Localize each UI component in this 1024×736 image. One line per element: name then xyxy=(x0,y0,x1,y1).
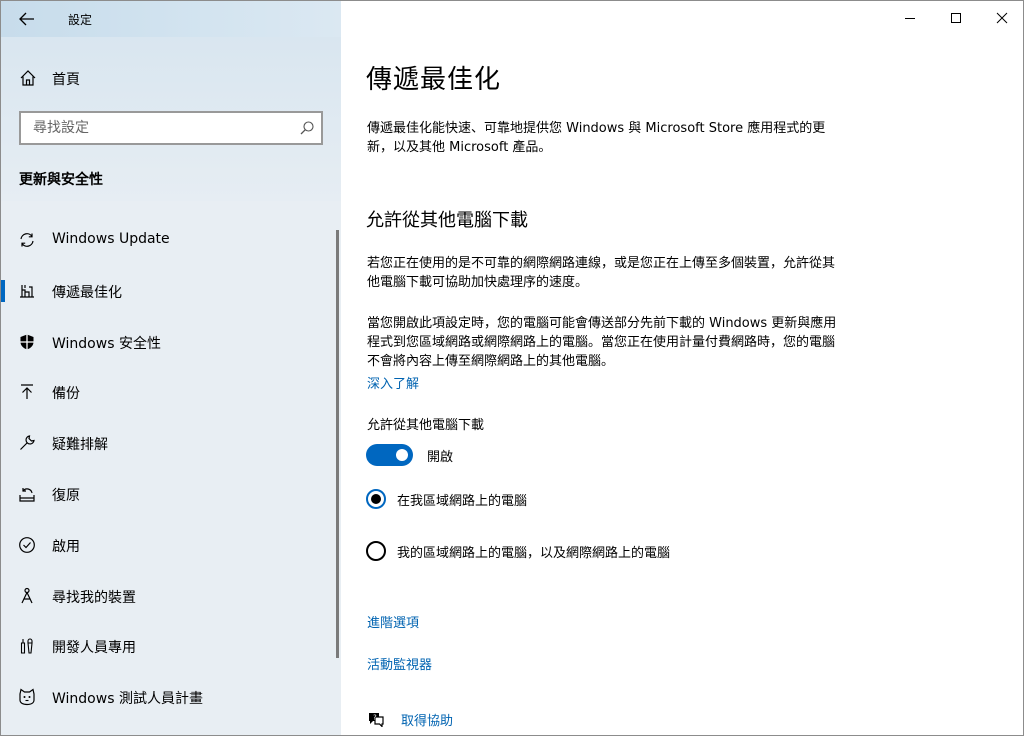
sidebar-item-activation[interactable]: 啟用 xyxy=(1,520,337,571)
home-label: 首頁 xyxy=(52,72,80,88)
back-arrow-icon xyxy=(19,12,34,26)
sidebar-scrollbar[interactable] xyxy=(336,230,339,658)
sidebar-item-recovery[interactable]: 復原 xyxy=(1,469,337,520)
maximize-icon xyxy=(951,13,961,23)
sidebar-item-troubleshoot[interactable]: 疑難排解 xyxy=(1,418,337,469)
sidebar-item-label: 傳遞最佳化 xyxy=(52,284,122,301)
selected-indicator xyxy=(1,279,5,302)
search-box[interactable] xyxy=(19,111,323,145)
sidebar-item-find-my-device[interactable]: 尋找我的裝置 xyxy=(1,571,337,622)
activation-check-icon xyxy=(19,536,35,553)
backup-arrow-icon xyxy=(21,384,33,400)
sidebar-item-label: Windows 安全性 xyxy=(52,335,161,352)
settings-window: 設定 首頁 更新與安全性 Windows Update xyxy=(0,0,1024,736)
recovery-icon xyxy=(19,487,35,502)
page-title: 傳遞最佳化 xyxy=(366,65,502,95)
sidebar-item-home[interactable]: 首頁 xyxy=(1,61,341,95)
sidebar-item-label: 開發人員專用 xyxy=(52,640,136,657)
search-input[interactable] xyxy=(31,113,291,143)
toggle-knob xyxy=(396,449,408,461)
sidebar-item-windows-update[interactable]: Windows Update xyxy=(1,215,337,266)
main-content: 傳遞最佳化 傳遞最佳化能快速、可靠地提供您 Windows 與 Microsof… xyxy=(341,1,1023,735)
sidebar-item-backup[interactable]: 備份 xyxy=(1,367,337,418)
sidebar-item-delivery-optimization[interactable]: 傳遞最佳化 xyxy=(1,266,337,317)
learn-more-link[interactable]: 深入了解 xyxy=(367,373,419,392)
sidebar-item-label: 疑難排解 xyxy=(52,437,108,454)
developer-tools-icon xyxy=(20,638,33,654)
allow-downloads-toggle[interactable] xyxy=(366,444,413,466)
sidebar-item-label: Windows Update xyxy=(52,231,170,247)
radio-label-local-network[interactable]: 在我區域網路上的電腦 xyxy=(397,490,527,509)
help-chat-icon: ? xyxy=(369,713,384,727)
sidebar-item-label: 啟用 xyxy=(52,538,80,555)
sidebar-item-label: 復原 xyxy=(52,487,80,504)
radio-label-local-and-internet[interactable]: 我的區域網路上的電腦，以及網際網路上的電腦 xyxy=(397,542,670,561)
toggle-state-label: 開啟 xyxy=(427,450,454,465)
sidebar-item-windows-security[interactable]: Windows 安全性 xyxy=(1,317,337,368)
radio-local-and-internet[interactable] xyxy=(366,541,386,561)
get-help-link[interactable]: 取得協助 xyxy=(401,710,453,729)
advanced-options-link[interactable]: 進階選項 xyxy=(367,612,419,631)
home-icon xyxy=(20,70,36,86)
minimize-button[interactable] xyxy=(887,1,933,35)
minimize-icon xyxy=(905,18,915,19)
page-description: 傳遞最佳化能快速、可靠地提供您 Windows 與 Microsoft Stor… xyxy=(367,121,826,155)
sidebar-item-label: 尋找我的裝置 xyxy=(52,589,136,606)
window-controls xyxy=(887,1,1023,35)
activity-monitor-link[interactable]: 活動監視器 xyxy=(367,654,432,673)
toggle-label: 允許從其他電腦下載 xyxy=(367,418,485,433)
svg-text:?: ? xyxy=(373,714,377,722)
sync-icon xyxy=(20,233,34,247)
radio-local-network[interactable] xyxy=(366,489,386,509)
sidebar-section-title: 更新與安全性 xyxy=(19,172,103,188)
sidebar-item-label: Windows 測試人員計畫 xyxy=(52,691,203,708)
section-heading: 允許從其他電腦下載 xyxy=(366,210,528,231)
maximize-button[interactable] xyxy=(933,1,979,35)
back-button[interactable] xyxy=(9,5,45,33)
sidebar-nav: Windows Update 傳遞最佳化 Windows 安全性 備份 疑難排解… xyxy=(1,215,341,723)
sidebar: 設定 首頁 更新與安全性 Windows Update xyxy=(1,1,341,735)
find-device-icon xyxy=(21,587,33,603)
info-paragraph-1: 若您正在使用的是不可靠的網際網路連線，或是您正在上傳至多個裝置，允許從其他電腦下… xyxy=(367,256,836,290)
sidebar-item-windows-insider[interactable]: Windows 測試人員計畫 xyxy=(1,672,337,723)
delivery-optimization-icon xyxy=(20,284,34,298)
titlebar-left xyxy=(1,1,341,37)
sidebar-item-label: 備份 xyxy=(52,386,80,403)
wrench-icon xyxy=(20,435,35,451)
shield-icon xyxy=(20,334,34,350)
app-title: 設定 xyxy=(68,13,93,27)
info-paragraph-2: 當您開啟此項設定時，您的電腦可能會傳送部分先前下載的 Windows 更新與應用… xyxy=(367,316,837,369)
close-button[interactable] xyxy=(979,1,1023,35)
sidebar-item-developers[interactable]: 開發人員專用 xyxy=(1,621,337,672)
search-icon[interactable] xyxy=(299,120,315,136)
close-icon xyxy=(996,12,1008,24)
insider-cat-icon xyxy=(19,688,35,706)
